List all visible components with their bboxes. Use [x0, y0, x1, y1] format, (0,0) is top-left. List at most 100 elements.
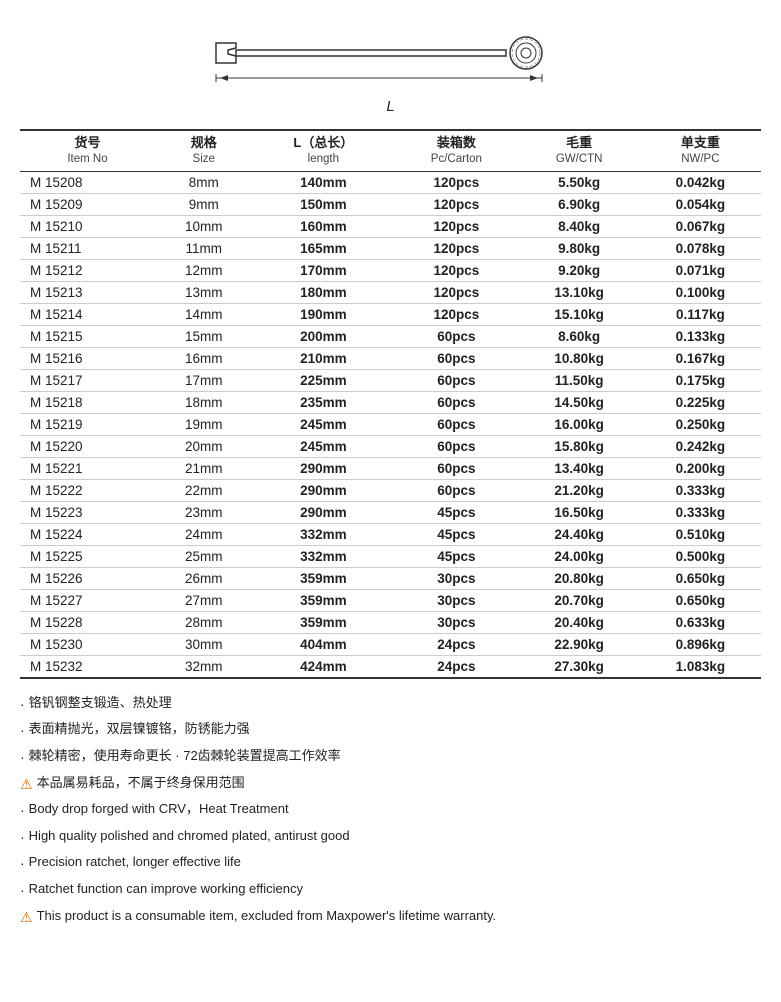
table-row: M 1521212mm170mm120pcs9.20kg0.071kg [20, 259, 761, 281]
table-cell: 0.633kg [640, 611, 761, 633]
table-cell: 200mm [253, 325, 395, 347]
note-text: Ratchet function can improve working eff… [29, 877, 303, 902]
table-cell: 60pcs [394, 479, 518, 501]
table-cell: 14mm [155, 303, 253, 325]
table-cell: 15mm [155, 325, 253, 347]
table-row: M 1523232mm424mm24pcs27.30kg1.083kg [20, 655, 761, 678]
table-cell: 45pcs [394, 501, 518, 523]
table-cell: 404mm [253, 633, 395, 655]
table-cell: 0.333kg [640, 479, 761, 501]
table-cell: M 15218 [20, 391, 155, 413]
table-row: M 1521111mm165mm120pcs9.80kg0.078kg [20, 237, 761, 259]
bullet-icon: · [20, 797, 25, 824]
table-cell: 13mm [155, 281, 253, 303]
table-cell: 180mm [253, 281, 395, 303]
table-cell: 120pcs [394, 259, 518, 281]
table-cell: 120pcs [394, 237, 518, 259]
table-cell: 60pcs [394, 413, 518, 435]
table-cell: 30pcs [394, 589, 518, 611]
table-cell: M 15223 [20, 501, 155, 523]
table-cell: 0.225kg [640, 391, 761, 413]
note-line: ·铬钒钢整支锻造、热处理 [20, 691, 761, 718]
table-cell: 24.00kg [519, 545, 640, 567]
table-cell: 11.50kg [519, 369, 640, 391]
table-cell: 21.20kg [519, 479, 640, 501]
table-cell: 290mm [253, 457, 395, 479]
table-cell: 0.175kg [640, 369, 761, 391]
table-cell: 8.40kg [519, 215, 640, 237]
table-cell: M 15225 [20, 545, 155, 567]
table-cell: 16.50kg [519, 501, 640, 523]
col-carton: 装箱数 Pc/Carton [394, 130, 518, 171]
table-row: M 1522424mm332mm45pcs24.40kg0.510kg [20, 523, 761, 545]
table-cell: M 15219 [20, 413, 155, 435]
table-cell: 14.50kg [519, 391, 640, 413]
table-cell: 0.067kg [640, 215, 761, 237]
table-cell: 235mm [253, 391, 395, 413]
table-cell: 170mm [253, 259, 395, 281]
table-cell: 24.40kg [519, 523, 640, 545]
table-cell: 290mm [253, 501, 395, 523]
warning-text: 本品属易耗品，不属于终身保用范围 [37, 771, 245, 796]
table-cell: 120pcs [394, 303, 518, 325]
table-cell: M 15217 [20, 369, 155, 391]
table-cell: 13.40kg [519, 457, 640, 479]
table-cell: 27mm [155, 589, 253, 611]
table-cell: M 15213 [20, 281, 155, 303]
table-cell: 24mm [155, 523, 253, 545]
table-cell: 20mm [155, 435, 253, 457]
bullet-icon: · [20, 744, 25, 771]
table-cell: M 15224 [20, 523, 155, 545]
table-cell: 15.10kg [519, 303, 640, 325]
table-cell: 18mm [155, 391, 253, 413]
table-cell: 16mm [155, 347, 253, 369]
table-cell: 20.70kg [519, 589, 640, 611]
table-row: M 1522626mm359mm30pcs20.80kg0.650kg [20, 567, 761, 589]
length-label: L [30, 98, 751, 115]
table-cell: 359mm [253, 589, 395, 611]
table-row: M 1521313mm180mm120pcs13.10kg0.100kg [20, 281, 761, 303]
table-cell: 8mm [155, 171, 253, 193]
table-cell: 0.100kg [640, 281, 761, 303]
table-cell: 30mm [155, 633, 253, 655]
table-cell: 0.500kg [640, 545, 761, 567]
col-size: 规格 Size [155, 130, 253, 171]
table-cell: M 15226 [20, 567, 155, 589]
table-cell: 0.510kg [640, 523, 761, 545]
table-cell: 19mm [155, 413, 253, 435]
table-cell: 0.042kg [640, 171, 761, 193]
table-cell: 16.00kg [519, 413, 640, 435]
note-text: Precision ratchet, longer effective life [29, 850, 241, 875]
note-line: ·Ratchet function can improve working ef… [20, 877, 761, 904]
table-cell: 60pcs [394, 325, 518, 347]
bullet-icon: · [20, 850, 25, 877]
table-cell: 332mm [253, 523, 395, 545]
table-cell: 27.30kg [519, 655, 640, 678]
table-cell: 140mm [253, 171, 395, 193]
bullet-icon: · [20, 691, 25, 718]
note-line: ·Body drop forged with CRV，Heat Treatmen… [20, 797, 761, 824]
table-body: M 152088mm140mm120pcs5.50kg0.042kgM 1520… [20, 171, 761, 678]
table-cell: 22mm [155, 479, 253, 501]
table-cell: M 15220 [20, 435, 155, 457]
table-cell: 0.242kg [640, 435, 761, 457]
table-cell: 0.133kg [640, 325, 761, 347]
table-cell: M 15228 [20, 611, 155, 633]
table-cell: 20.80kg [519, 567, 640, 589]
table-cell: 225mm [253, 369, 395, 391]
table-cell: 20.40kg [519, 611, 640, 633]
table-cell: 9.80kg [519, 237, 640, 259]
table-cell: 0.078kg [640, 237, 761, 259]
bullet-icon: · [20, 824, 25, 851]
table-cell: 60pcs [394, 435, 518, 457]
table-cell: 23mm [155, 501, 253, 523]
note-line: ·表面精抛光，双层镍镀铬，防锈能力强 [20, 717, 761, 744]
warning-icon: ⚠ [20, 904, 33, 931]
note-line: ·High quality polished and chromed plate… [20, 824, 761, 851]
table-cell: 150mm [253, 193, 395, 215]
table-cell: 25mm [155, 545, 253, 567]
table-cell: 245mm [253, 435, 395, 457]
table-row: M 1522020mm245mm60pcs15.80kg0.242kg [20, 435, 761, 457]
table-row: M 1521414mm190mm120pcs15.10kg0.117kg [20, 303, 761, 325]
note-text: 铬钒钢整支锻造、热处理 [29, 691, 172, 716]
